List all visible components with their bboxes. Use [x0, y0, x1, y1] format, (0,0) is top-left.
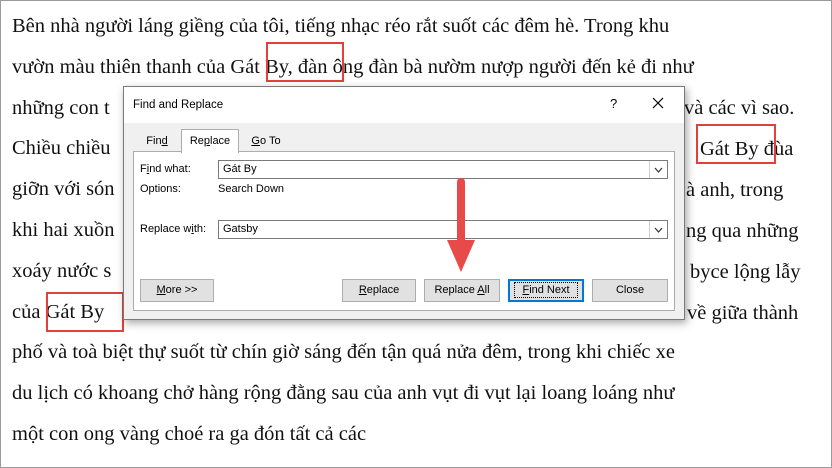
arrow-down-icon — [447, 178, 475, 272]
doc-fragment: byce lộng lẫy — [690, 261, 801, 283]
doc-line: du lịch có khoang chở hàng rộng đằng sau… — [12, 382, 675, 405]
options-value: Search Down — [218, 183, 285, 195]
highlight-box — [696, 124, 776, 164]
dialog-titlebar[interactable]: Find and Replace ? — [124, 87, 684, 123]
find-what-value: Gát By — [223, 163, 257, 175]
doc-fragment: và các vì sao. — [684, 97, 795, 119]
doc-line: phố và toà biệt thự suốt từ chín giờ sán… — [12, 341, 676, 364]
replace-button[interactable]: Replace — [342, 279, 416, 302]
chevron-down-icon[interactable] — [649, 221, 667, 238]
doc-fragment: về giữa thành — [687, 302, 799, 324]
replace-with-combobox[interactable]: Gatsby — [218, 220, 668, 239]
find-replace-dialog: Find and Replace ? Find Replace Go To Fi… — [123, 86, 685, 320]
tab-replace[interactable]: Replace — [181, 129, 239, 153]
tab-goto[interactable]: Go To — [241, 132, 291, 151]
replace-all-button[interactable]: Replace All — [424, 279, 500, 302]
more-button[interactable]: More >> — [140, 279, 214, 302]
find-next-button[interactable]: Find Next — [508, 279, 584, 302]
find-what-label: Find what: — [140, 163, 191, 175]
close-button[interactable]: Close — [592, 279, 668, 302]
help-button[interactable]: ? — [610, 96, 617, 111]
doc-line: Bên nhà người láng giềng của tôi, tiếng … — [12, 15, 670, 37]
doc-line: một con ong vàng choé ra ga đón tất cả c… — [12, 422, 367, 445]
replace-with-value: Gatsby — [223, 223, 258, 235]
replace-panel: Find what: Gát By Options: Search Down R… — [133, 151, 675, 311]
highlight-box — [266, 42, 344, 82]
doc-fragment: à anh, trong — [686, 179, 784, 201]
dialog-title: Find and Replace — [133, 99, 224, 111]
tab-find[interactable]: Find — [133, 132, 181, 151]
options-label: Options: — [140, 183, 181, 195]
chevron-down-icon[interactable] — [649, 161, 667, 178]
find-what-combobox[interactable]: Gát By — [218, 160, 668, 179]
close-icon[interactable] — [647, 92, 669, 114]
highlight-box — [46, 292, 124, 332]
doc-line: vườn màu thiên thanh của Gát By, đàn ông… — [12, 55, 694, 78]
replace-with-label: Replace with: — [140, 223, 207, 235]
doc-fragment: ng qua những — [686, 220, 799, 242]
